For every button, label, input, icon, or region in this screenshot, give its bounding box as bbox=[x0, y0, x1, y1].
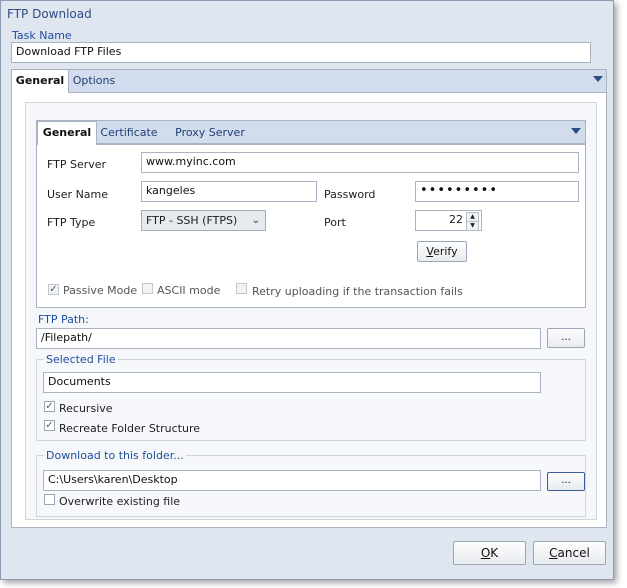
spin-down-icon[interactable]: ▼ bbox=[466, 221, 479, 231]
ok-button[interactable]: OK bbox=[453, 541, 526, 565]
window-title: FTP Download bbox=[7, 7, 92, 21]
download-folder-label: Download to this folder... bbox=[44, 449, 186, 462]
ascii-mode-label: ASCII mode bbox=[157, 284, 221, 297]
tab-menu-chevron-down-icon[interactable] bbox=[593, 76, 603, 82]
ftp-type-value: FTP - SSH (FTPS) bbox=[146, 214, 238, 227]
tab-options[interactable]: Options bbox=[69, 70, 119, 92]
verify-button[interactable]: Verify bbox=[417, 241, 467, 262]
overwrite-checkbox[interactable] bbox=[44, 494, 55, 505]
inner-tab-certificate[interactable]: Certificate bbox=[99, 122, 159, 144]
tab-general[interactable]: General bbox=[11, 69, 69, 93]
recreate-folder-structure-checkbox[interactable]: ✓ bbox=[44, 420, 55, 431]
port-value: 22 bbox=[449, 213, 463, 226]
user-name-label: User Name bbox=[47, 188, 109, 201]
selected-file-label: Selected File bbox=[44, 353, 118, 366]
ftp-path-browse-button[interactable]: ... bbox=[547, 328, 585, 348]
recursive-label: Recursive bbox=[59, 402, 113, 415]
retry-upload-checkbox[interactable] bbox=[236, 283, 247, 294]
password-label: Password bbox=[324, 188, 376, 201]
task-name-input[interactable]: Download FTP Files bbox=[11, 42, 591, 63]
password-input[interactable]: ••••••••• bbox=[415, 181, 579, 202]
ascii-mode-checkbox[interactable] bbox=[142, 283, 153, 294]
download-folder-input[interactable]: C:\Users\karen\Desktop bbox=[43, 470, 541, 491]
passive-mode-label: Passive Mode bbox=[63, 284, 138, 297]
ftp-type-label: FTP Type bbox=[47, 216, 96, 229]
ftp-path-label: FTP Path: bbox=[38, 313, 89, 326]
ftp-server-input[interactable]: www.myinc.com bbox=[141, 152, 579, 173]
inner-tab-menu-chevron-down-icon[interactable] bbox=[571, 128, 581, 134]
title-bar: FTP Download bbox=[1, 1, 613, 27]
inner-tab-general[interactable]: General bbox=[37, 121, 97, 145]
inner-tab-proxy-server[interactable]: Proxy Server bbox=[171, 122, 249, 144]
chevron-down-icon: ⌄ bbox=[251, 215, 260, 226]
ftp-download-dialog: FTP Download Task Name Download FTP File… bbox=[0, 0, 614, 580]
retry-upload-label: Retry uploading if the transaction fails bbox=[252, 285, 463, 298]
port-spinner[interactable]: 22 ▲ ▼ bbox=[415, 210, 482, 231]
download-folder-browse-button[interactable]: ... bbox=[547, 472, 585, 491]
ftp-type-select[interactable]: FTP - SSH (FTPS) ⌄ bbox=[141, 210, 266, 231]
recreate-folder-structure-label: Recreate Folder Structure bbox=[59, 422, 200, 435]
passive-mode-checkbox[interactable]: ✓ bbox=[48, 284, 59, 295]
cancel-button[interactable]: Cancel bbox=[533, 541, 606, 565]
ftp-path-input[interactable]: /Filepath/ bbox=[36, 328, 541, 349]
selected-file-input[interactable]: Documents bbox=[43, 372, 541, 393]
task-name-label: Task Name bbox=[12, 29, 72, 42]
overwrite-label: Overwrite existing file bbox=[59, 495, 181, 508]
ftp-server-label: FTP Server bbox=[47, 158, 107, 171]
port-label: Port bbox=[324, 216, 346, 229]
user-name-input[interactable]: kangeles bbox=[141, 181, 317, 202]
recursive-checkbox[interactable]: ✓ bbox=[44, 401, 55, 412]
